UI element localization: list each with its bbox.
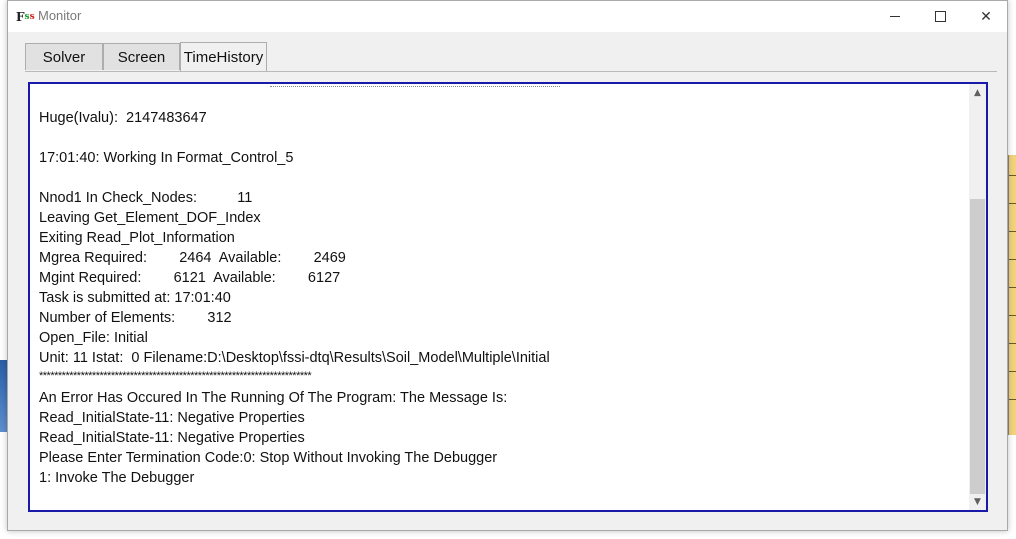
log-line: Mgrea Required: 2464 Available: 2469 (39, 250, 346, 266)
log-line: 17:01:40: Working In Format_Control_5 (39, 150, 294, 166)
monitor-window: Fss Monitor ✕ Solver Screen TimeHistory … (7, 0, 1008, 531)
log-line: Number of Elements: 312 (39, 310, 232, 326)
log-line: Open_File: Initial (39, 330, 148, 346)
log-line: 1: Invoke The Debugger (39, 470, 195, 486)
close-icon: ✕ (980, 8, 992, 25)
log-line: An Error Has Occured In The Running Of T… (39, 390, 508, 406)
log-line: Please Enter Termination Code:0: Stop Wi… (39, 450, 498, 466)
tab-screen[interactable]: Screen (103, 43, 180, 70)
clipped-text-line (270, 84, 560, 87)
log-line: Unit: 11 Istat: 0 Filename:D:\Desktop\fs… (39, 350, 550, 366)
maximize-icon (934, 11, 946, 22)
log-line: Mgint Required: 6121 Available: 6127 (39, 270, 341, 286)
tab-timehistory[interactable]: TimeHistory (180, 42, 267, 71)
title-bar[interactable]: Fss Monitor ✕ (8, 1, 1007, 32)
window-title: Monitor (38, 8, 82, 23)
log-text-area[interactable]: Huge(Ivalu): 2147483647 17:01:40: Workin… (39, 108, 969, 488)
log-output-panel[interactable]: Huge(Ivalu): 2147483647 17:01:40: Workin… (28, 82, 988, 512)
log-line: Exiting Read_Plot_Information (39, 230, 235, 246)
maximize-button[interactable] (917, 1, 963, 32)
log-line: Nnod1 In Check_Nodes: 11 (39, 190, 253, 206)
scroll-up-arrow-icon[interactable]: ▲ (969, 84, 986, 101)
minimize-icon (890, 16, 900, 17)
background-window-edge-right (1008, 155, 1016, 435)
tab-solver[interactable]: Solver (25, 43, 103, 70)
vertical-scrollbar[interactable]: ▲ ▼ (969, 84, 986, 510)
log-line: ****************************************… (39, 370, 312, 382)
minimize-button[interactable] (872, 1, 918, 32)
log-line: Leaving Get_Element_DOF_Index (39, 210, 261, 226)
log-line: Task is submitted at: 17:01:40 (39, 290, 231, 306)
scroll-down-arrow-icon[interactable]: ▼ (969, 493, 986, 510)
log-line: Read_InitialState-11: Negative Propertie… (39, 410, 305, 426)
log-line: Huge(Ivalu): 2147483647 (39, 110, 207, 126)
log-line: Read_InitialState-11: Negative Propertie… (39, 430, 305, 446)
close-button[interactable]: ✕ (963, 1, 1009, 32)
fssi-app-icon: Fss (16, 10, 35, 24)
scrollbar-thumb[interactable] (970, 199, 985, 494)
tab-divider (25, 71, 997, 72)
